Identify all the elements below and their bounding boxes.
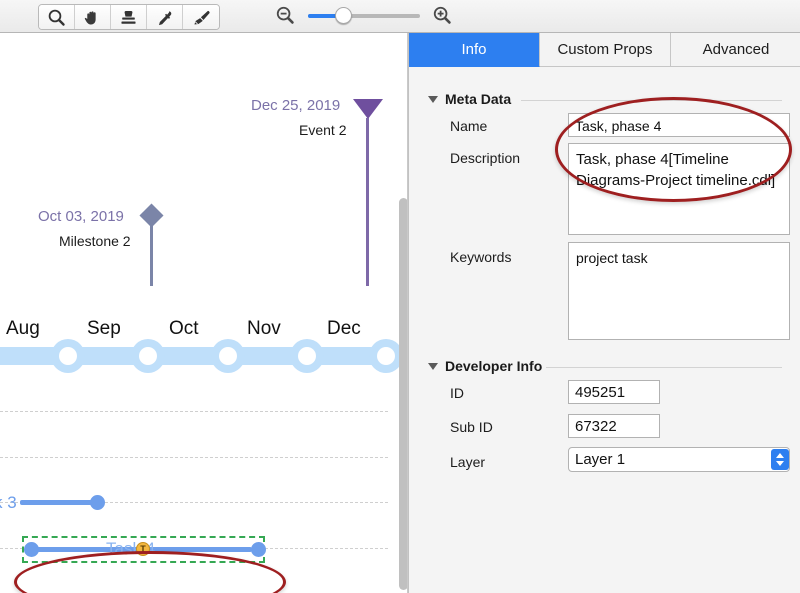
disclosure-triangle-icon[interactable]: [428, 362, 438, 370]
developer-info-section-header[interactable]: Developer Info: [428, 358, 542, 374]
hand-tool[interactable]: [75, 5, 111, 29]
id-input[interactable]: 495251: [568, 380, 660, 404]
meta-data-section-title: Meta Data: [445, 91, 512, 107]
tab-custom-props[interactable]: Custom Props: [540, 33, 671, 67]
milestone-name-label: Milestone 2: [59, 233, 131, 249]
keywords-textarea[interactable]: project task: [568, 242, 790, 340]
annotation-ellipse-metadata: [555, 97, 792, 202]
disclosure-triangle-icon[interactable]: [428, 95, 438, 103]
sub-id-input[interactable]: 67322: [568, 414, 660, 438]
month-label-oct: Oct: [169, 318, 199, 339]
task-3-label: k 3: [0, 493, 17, 512]
developer-info-section-rule: [546, 367, 782, 368]
inspector-tabs: Info Custom Props Advanced: [409, 33, 800, 67]
developer-info-section-title: Developer Info: [445, 358, 543, 374]
paintbrush-icon: [193, 10, 210, 25]
event-marker-line: [366, 118, 369, 286]
task-4-end-handle[interactable]: [251, 542, 266, 557]
description-label: Description: [450, 150, 521, 166]
tab-advanced[interactable]: Advanced: [671, 33, 800, 67]
task-3-end-handle[interactable]: [90, 495, 105, 510]
month-label-sep: Sep: [87, 318, 121, 339]
row-guide-2: [0, 457, 388, 458]
layer-label: Layer: [450, 454, 486, 470]
hand-icon: [84, 10, 96, 25]
name-label: Name: [450, 118, 488, 134]
task-3-bar[interactable]: [20, 500, 98, 505]
sub-id-label: Sub ID: [450, 419, 493, 435]
toolbar: [0, 0, 800, 33]
magnifier-tool[interactable]: [39, 5, 75, 29]
zoom-out-icon[interactable]: [275, 5, 296, 26]
timeline-node-2[interactable]: [131, 339, 165, 373]
milestone-date-label: Oct 03, 2019: [38, 208, 124, 225]
event-triangle-marker[interactable]: [353, 99, 383, 119]
zoom-slider[interactable]: [308, 6, 420, 24]
stamp-tool[interactable]: [111, 5, 147, 29]
chevron-down-icon[interactable]: [776, 461, 784, 466]
zoom-controls: [275, 5, 453, 26]
id-label: ID: [450, 385, 464, 401]
diagram-canvas[interactable]: Dec 25, 2019 Event 2 Oct 03, 2019 Milest…: [0, 33, 408, 593]
timeline-node-3[interactable]: [211, 339, 245, 373]
event-date-label: Dec 25, 2019: [251, 97, 341, 114]
month-label-aug: Aug: [6, 318, 40, 339]
month-label-nov: Nov: [247, 318, 281, 339]
timeline-node-5[interactable]: [369, 339, 403, 373]
magnifier-icon: [48, 9, 65, 26]
inspector-panel: Info Custom Props Advanced Meta Data Nam…: [408, 33, 800, 593]
timeline-node-4[interactable]: [290, 339, 324, 373]
eyedropper-icon: [158, 10, 172, 25]
event-name-label: Event 2: [299, 122, 347, 138]
layer-stepper-arrows[interactable]: [771, 449, 789, 470]
stamp-icon: [121, 10, 136, 24]
tab-info[interactable]: Info: [409, 33, 540, 67]
timeline-node-1[interactable]: [51, 339, 85, 373]
tool-palette: [38, 4, 220, 30]
paintbrush-tool[interactable]: [183, 5, 219, 29]
meta-data-section-header[interactable]: Meta Data: [428, 91, 511, 107]
keywords-label: Keywords: [450, 249, 512, 265]
layer-select[interactable]: Layer 1: [568, 447, 790, 472]
month-label-dec: Dec: [327, 318, 361, 339]
zoom-in-icon[interactable]: [432, 5, 453, 26]
row-guide-1: [0, 411, 388, 412]
app-window: Dec 25, 2019 Event 2 Oct 03, 2019 Milest…: [0, 0, 800, 593]
task-4-start-handle[interactable]: [24, 542, 39, 557]
eyedropper-tool[interactable]: [147, 5, 183, 29]
milestone-marker-line: [150, 221, 153, 286]
chevron-up-icon[interactable]: [776, 453, 784, 458]
zoom-slider-thumb[interactable]: [335, 6, 352, 24]
